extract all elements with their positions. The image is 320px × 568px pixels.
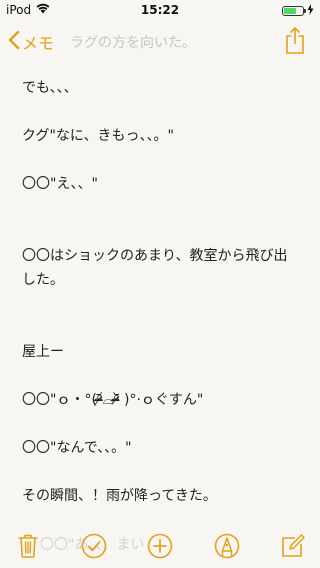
faded-title-text: ラグの方を向いた。 xyxy=(70,35,196,51)
add-button[interactable] xyxy=(147,533,173,559)
trash-icon xyxy=(16,534,40,563)
note-line: 〇〇はショックのあまり、教室から飛び出した。 xyxy=(22,248,288,288)
notes-screen: iPod 15:22 ラグの方を向いた。 メモ でも、、、 クグ"なに、きもっ、… xyxy=(0,0,320,568)
status-bar: iPod 15:22 xyxy=(0,0,320,20)
note-line: でも、、、 xyxy=(22,80,78,96)
note-line xyxy=(22,220,298,244)
note-line xyxy=(22,196,298,220)
note-body[interactable]: でも、、、クグ"なに、きもっ、、。" 〇〇"え、、" 〇〇はショックのあまり、教室か… xyxy=(22,76,298,508)
compose-button[interactable] xyxy=(280,533,306,559)
share-icon xyxy=(286,27,304,58)
note-line xyxy=(22,316,298,340)
note-line: 〇〇"ｏ・°(ᵒ̴̶̷᷄⌓ᵒ̴̶̷᷅ )°·ｏぐすん" xyxy=(22,392,204,408)
battery-icon xyxy=(282,6,306,16)
chevron-left-icon xyxy=(8,30,20,54)
checklist-button[interactable] xyxy=(81,533,107,559)
markup-icon xyxy=(214,533,240,563)
charging-bolt-icon xyxy=(307,4,314,18)
note-line xyxy=(22,148,298,172)
note-line: 〇〇"え、、" xyxy=(22,176,98,192)
checklist-icon xyxy=(81,533,107,563)
note-line: その瞬間、！雨が降ってきた。 xyxy=(22,488,217,504)
markup-button[interactable] xyxy=(214,533,240,559)
back-button[interactable]: メモ xyxy=(8,30,54,54)
status-time: 15:22 xyxy=(140,3,180,17)
share-button[interactable] xyxy=(286,26,304,58)
note-line xyxy=(22,460,298,484)
battery-level xyxy=(284,8,296,14)
add-icon xyxy=(147,533,173,563)
compose-icon xyxy=(280,534,306,563)
note-line: 屋上ー xyxy=(22,344,64,360)
note-line xyxy=(22,292,298,316)
bottom-toolbar: 〇〇"あ、、、まい xyxy=(0,524,320,568)
note-line xyxy=(22,412,298,436)
delete-button[interactable] xyxy=(16,533,42,559)
note-line: クグ"なに、きもっ、、。" xyxy=(22,128,174,144)
note-line: 〇〇"なんで、、。" xyxy=(22,440,132,456)
note-line xyxy=(22,364,298,388)
back-label: メモ xyxy=(22,34,55,53)
note-line xyxy=(22,100,298,124)
status-right xyxy=(282,4,314,18)
nav-bar: ラグの方を向いた。 メモ xyxy=(0,20,320,64)
